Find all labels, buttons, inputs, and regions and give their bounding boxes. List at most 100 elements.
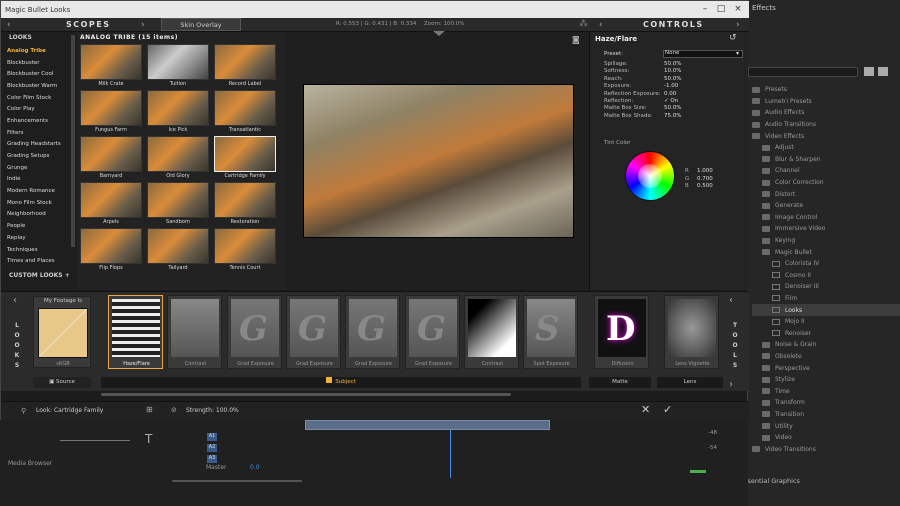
look-category[interactable]: Blockbuster Warm: [7, 80, 75, 92]
confirm-icon[interactable]: ✓: [663, 403, 672, 416]
cancel-icon[interactable]: ✕: [641, 403, 650, 416]
skin-overlay-tab[interactable]: Skin Overlay: [161, 18, 241, 31]
look-category[interactable]: Blockbuster: [7, 57, 75, 69]
look-thumbnail[interactable]: [80, 182, 142, 218]
timeline-clip[interactable]: [305, 420, 550, 430]
timeline-scrollbar[interactable]: [172, 480, 302, 482]
look-category[interactable]: Times and Places: [7, 255, 75, 267]
media-browser-tab[interactable]: Media Browser: [8, 460, 52, 467]
look-thumbnail[interactable]: [80, 44, 142, 80]
look-thumbnail[interactable]: [214, 182, 276, 218]
strength-value[interactable]: Strength: 100.0%: [186, 407, 239, 414]
new-bin-icon[interactable]: [878, 67, 888, 76]
look-category[interactable]: Color Film Stock: [7, 92, 75, 104]
look-thumbnail[interactable]: [147, 44, 209, 80]
essential-graphics-tab[interactable]: Essential Graphics: [740, 477, 800, 485]
look-category[interactable]: Grunge: [7, 162, 75, 174]
look-thumbnail[interactable]: [147, 228, 209, 264]
type-tool-icon[interactable]: T: [145, 432, 152, 446]
effects-tree-item[interactable]: Video Transitions: [752, 443, 900, 455]
effects-tree-item[interactable]: Time: [752, 385, 900, 397]
look-category[interactable]: Grading Setups: [7, 150, 75, 162]
look-category[interactable]: Grading Headstarts: [7, 139, 75, 151]
tool-card[interactable]: Lens Vignette: [664, 295, 719, 369]
look-thumbnail[interactable]: [80, 90, 142, 126]
effects-tree-item[interactable]: Color Correction: [752, 177, 900, 189]
effects-tree-item[interactable]: Utility: [752, 420, 900, 432]
effects-tree-item[interactable]: Channel: [752, 165, 900, 177]
look-thumbnail[interactable]: [147, 136, 209, 172]
source-button[interactable]: ▣ Source: [33, 377, 91, 388]
look-category[interactable]: Indie: [7, 174, 75, 186]
tools-scrollbar[interactable]: [101, 393, 511, 396]
look-thumbnail[interactable]: [214, 44, 276, 80]
tool-card[interactable]: G Grad Exposure: [227, 295, 282, 369]
look-category[interactable]: Color Play: [7, 103, 75, 115]
tool-card[interactable]: G Grad Exposure: [286, 295, 341, 369]
chevron-right-icon[interactable]: ›: [729, 379, 733, 390]
look-thumbnail[interactable]: [214, 228, 276, 264]
chevron-left-icon[interactable]: ‹: [599, 20, 603, 30]
control-row[interactable]: Reflection: ✓ On: [604, 98, 744, 105]
chevron-right-icon[interactable]: ›: [141, 20, 145, 30]
effects-tree-item[interactable]: Noise & Grain: [752, 339, 900, 351]
effects-tree-item[interactable]: Distort: [752, 188, 900, 200]
effects-tree-item[interactable]: Film: [752, 293, 900, 305]
master-value[interactable]: 0.0: [250, 464, 260, 471]
look-thumbnail[interactable]: [214, 136, 276, 172]
look-category[interactable]: People: [7, 220, 75, 232]
chevron-right-icon[interactable]: ›: [736, 20, 740, 30]
effects-tree-item[interactable]: Looks: [752, 304, 900, 316]
close-icon[interactable]: ×: [731, 3, 745, 15]
look-thumbnail[interactable]: [147, 182, 209, 218]
effects-tree-item[interactable]: Immersive Video: [752, 223, 900, 235]
camera-icon[interactable]: ◙: [572, 35, 580, 44]
effects-tree-item[interactable]: Adjust: [752, 142, 900, 154]
look-category[interactable]: Techniques: [7, 244, 75, 256]
control-row[interactable]: Spillage: 50.0%: [604, 61, 744, 68]
effects-tree-item[interactable]: Mojo II: [752, 316, 900, 328]
look-category[interactable]: Neighborhood: [7, 209, 75, 221]
look-thumbnail[interactable]: [80, 228, 142, 264]
effects-tree-item[interactable]: Keying: [752, 235, 900, 247]
look-category[interactable]: Enhancements: [7, 115, 75, 127]
reset-icon[interactable]: ↺: [729, 33, 737, 43]
effects-tree-item[interactable]: Audio Effects: [752, 107, 900, 119]
effects-tree-item[interactable]: Cosmo II: [752, 270, 900, 282]
looks-scrollbar[interactable]: [71, 35, 75, 247]
look-category[interactable]: Mono Film Stock: [7, 197, 75, 209]
search-icon[interactable]: ⚲: [21, 407, 26, 415]
maximize-icon[interactable]: □: [714, 3, 728, 15]
control-row[interactable]: Exposure: -1.00: [604, 83, 744, 90]
lens-section[interactable]: Lens: [657, 377, 723, 388]
effects-tree-item[interactable]: Lumetri Presets: [752, 96, 900, 108]
effects-tree-item[interactable]: Renoiser: [752, 327, 900, 339]
look-category[interactable]: Replay: [7, 232, 75, 244]
effects-tree-item[interactable]: Perspective: [752, 362, 900, 374]
scopes-icon[interactable]: ⁂: [579, 19, 588, 29]
control-row[interactable]: Reach: 50.0%: [604, 76, 744, 83]
tool-card[interactable]: G Grad Exposure: [405, 295, 460, 369]
effects-tree-item[interactable]: Video Effects: [752, 130, 900, 142]
look-category[interactable]: Blockbuster Cool: [7, 68, 75, 80]
tool-card[interactable]: Contrast: [167, 295, 222, 369]
effects-tree-item[interactable]: Transform: [752, 397, 900, 409]
tool-card[interactable]: Contrast: [464, 295, 519, 369]
effects-tree-item[interactable]: Magic Bullet: [752, 246, 900, 258]
control-row[interactable]: Reflection Exposure: 0.00: [604, 91, 744, 98]
track-label[interactable]: A1: [207, 433, 217, 441]
zoom-slider[interactable]: [60, 440, 130, 441]
effects-tree-item[interactable]: Obsolete: [752, 351, 900, 363]
effects-tree-item[interactable]: Colorista IV: [752, 258, 900, 270]
track-label[interactable]: A2: [207, 444, 217, 452]
chevron-left-icon[interactable]: ‹: [729, 295, 733, 306]
effects-tree-item[interactable]: Image Control: [752, 212, 900, 224]
effects-tree-item[interactable]: Video: [752, 432, 900, 444]
dropdown-arrow-icon[interactable]: ▾: [736, 50, 739, 57]
effects-search-input[interactable]: [748, 67, 858, 77]
chevron-left-icon[interactable]: ‹: [7, 20, 11, 30]
effects-tree-item[interactable]: Presets: [752, 84, 900, 96]
effects-tree-item[interactable]: Generate: [752, 200, 900, 212]
video-preview[interactable]: [303, 84, 574, 238]
save-look-icon[interactable]: ⊞: [146, 405, 153, 414]
